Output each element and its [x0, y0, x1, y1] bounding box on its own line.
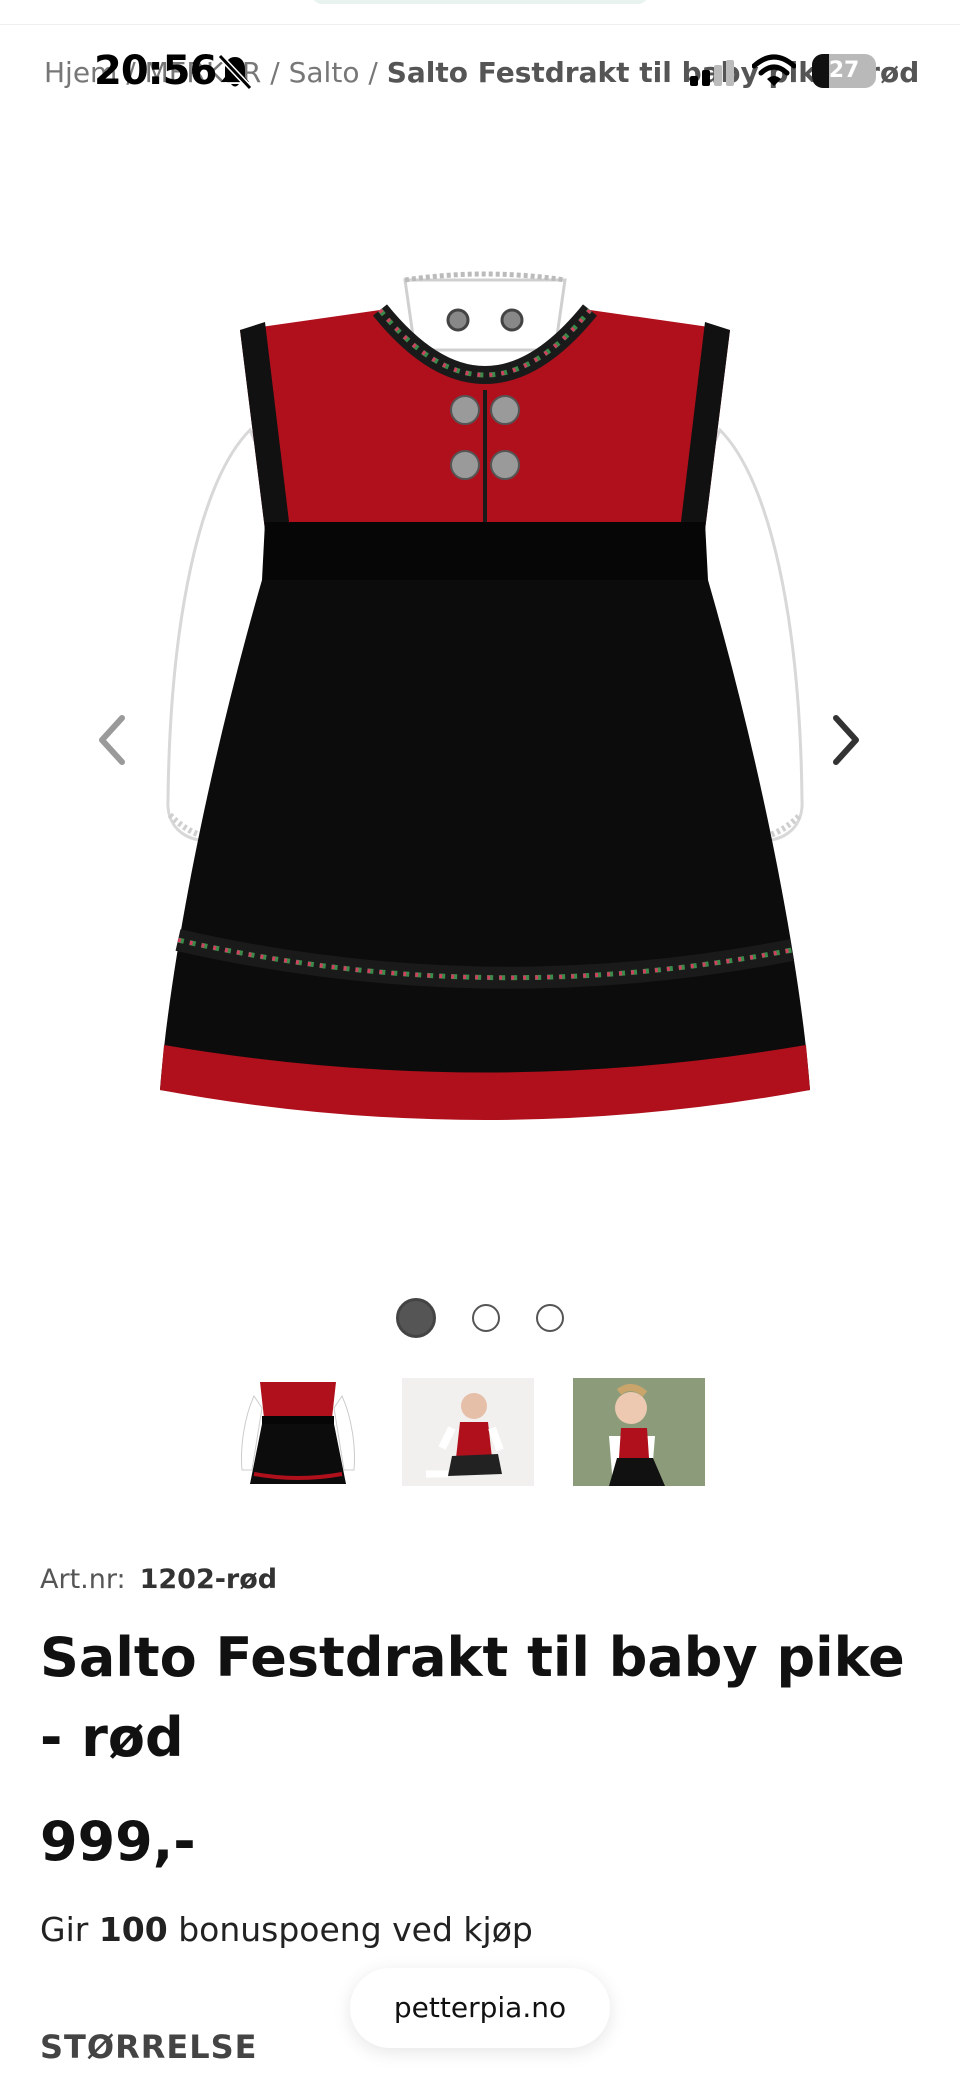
cellular-signal-icon: [690, 60, 734, 86]
battery-level: 27: [828, 58, 860, 83]
url-bar[interactable]: petterpia.no: [350, 1968, 610, 2048]
product-image: [160, 271, 810, 1120]
product-title: Salto Festdrakt til baby pike - rød: [40, 1626, 905, 1769]
bonus-suffix: bonuspoeng ved kjøp: [178, 1910, 533, 1949]
thumbnail-3[interactable]: [573, 1378, 705, 1486]
divider: [0, 24, 960, 25]
bonus-points-value: 100: [98, 1910, 168, 1949]
article-number-label: Art.nr:: [40, 1564, 126, 1595]
bonus-prefix: Gir: [40, 1910, 89, 1949]
wifi-icon: [752, 54, 796, 86]
product-gallery[interactable]: [0, 140, 960, 1240]
thumbnail-strip: [0, 1378, 960, 1486]
pagination-dot-3[interactable]: [536, 1304, 564, 1332]
article-number: Art.nr: 1202-rød: [40, 1564, 277, 1595]
chevron-right-icon[interactable]: [826, 710, 866, 770]
article-number-value: 1202-rød: [139, 1564, 278, 1595]
gallery-pagination: [0, 1298, 960, 1338]
pagination-dot-2[interactable]: [472, 1304, 500, 1332]
bell-slash-icon: [218, 54, 252, 90]
pagination-dot-1[interactable]: [396, 1298, 436, 1338]
product-price: 999,-: [40, 1810, 196, 1873]
product-page: Hjem / MERKER / Salto / Salto Festdrakt …: [0, 0, 960, 2081]
status-time: 20:56: [94, 48, 217, 94]
size-section-label: STØRRELSE: [40, 2028, 258, 2066]
top-handle: [312, 0, 648, 4]
battery-icon: 27: [812, 54, 876, 88]
status-bar: 20:56 27: [0, 44, 960, 100]
thumbnail-2[interactable]: [402, 1378, 534, 1486]
bonus-points: Gir 100 bonuspoeng ved kjøp: [40, 1910, 533, 1949]
chevron-left-icon[interactable]: [92, 710, 132, 770]
thumbnail-1[interactable]: [232, 1378, 364, 1486]
